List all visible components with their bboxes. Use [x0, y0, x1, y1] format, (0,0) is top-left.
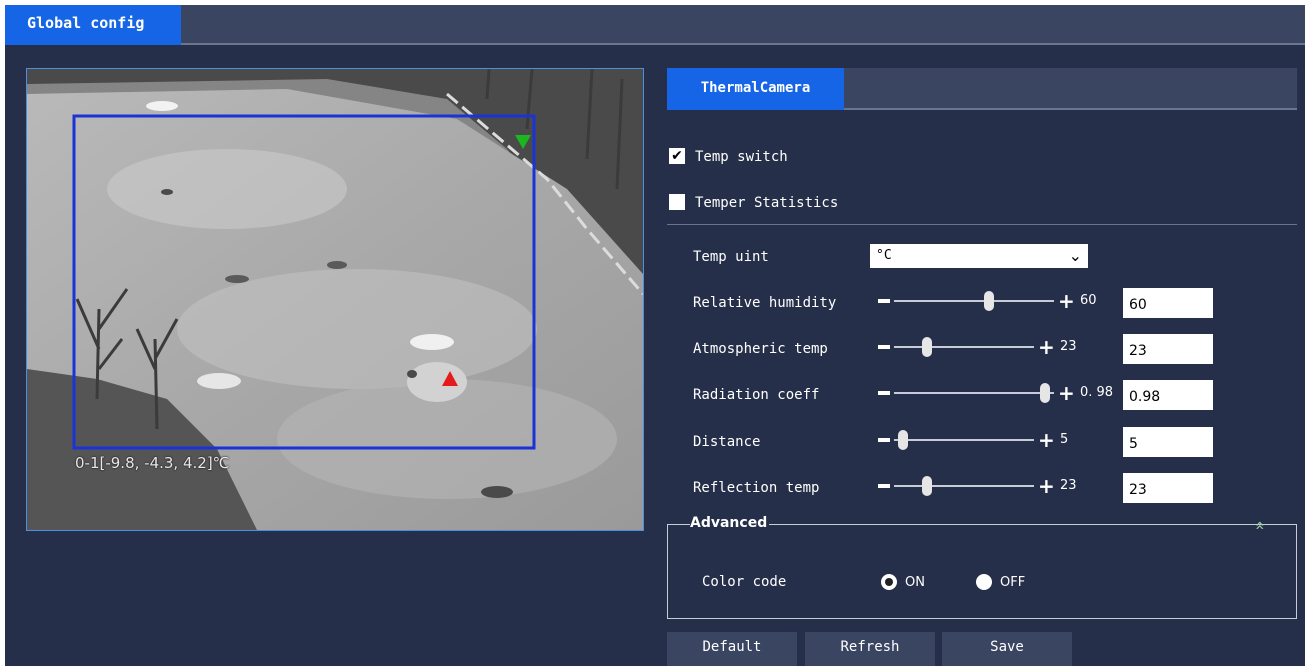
slider-thumb[interactable]	[922, 476, 932, 496]
temp-unit-value: °C	[876, 248, 892, 263]
atmospheric-temp-slider[interactable]: + 23	[878, 337, 1118, 357]
distance-slider[interactable]: + 5	[878, 430, 1118, 450]
temp-unit-label: Temp uint	[693, 249, 769, 265]
chevron-down-icon: ⌄	[1068, 246, 1082, 265]
thermal-preview[interactable]: 0-1[-9.8, -4.3, 4.2]℃	[26, 68, 644, 531]
plus-icon[interactable]: +	[1058, 291, 1075, 311]
reflection-temp-input[interactable]: 23	[1123, 473, 1213, 503]
tab-global-config[interactable]: Global config	[5, 5, 181, 45]
temp-unit-select[interactable]: °C ⌄	[870, 244, 1088, 268]
radio-selected-icon[interactable]	[881, 573, 897, 590]
reflection-temp-label: Reflection temp	[693, 480, 820, 496]
advanced-title: Advanced	[690, 515, 770, 531]
relative-humidity-slider[interactable]: + 60	[878, 291, 1118, 311]
color-code-on-radio[interactable]: ON	[881, 573, 925, 592]
collapse-icon[interactable]: »	[1249, 521, 1268, 531]
temp-switch-row[interactable]: ✔ Temp switch	[669, 147, 788, 167]
plus-icon[interactable]: +	[1038, 430, 1055, 450]
radio-unselected-icon[interactable]	[976, 573, 992, 590]
minus-icon[interactable]	[878, 391, 890, 395]
radiation-coeff-input[interactable]: 0.98	[1123, 380, 1213, 410]
color-code-on-label: ON	[905, 575, 925, 590]
slider-thumb[interactable]	[922, 337, 932, 357]
advanced-section	[667, 524, 1297, 619]
top-tab-bar: Global config	[5, 5, 1305, 45]
roi-temp-readout: 0-1[-9.8, -4.3, 4.2]℃	[75, 454, 230, 472]
slider-track[interactable]	[894, 485, 1034, 487]
minus-icon[interactable]	[878, 438, 890, 442]
slider-track[interactable]	[894, 300, 1054, 302]
color-code-off-label: OFF	[1000, 575, 1026, 590]
color-code-label: Color code	[702, 574, 787, 590]
panel-tab-bar: ThermalCamera	[667, 68, 1297, 110]
slider-value: 0. 98	[1080, 385, 1114, 400]
color-code-off-radio[interactable]: OFF	[976, 573, 1026, 592]
slider-thumb[interactable]	[898, 430, 908, 450]
plus-icon[interactable]: +	[1058, 383, 1075, 403]
plus-icon[interactable]: +	[1038, 476, 1055, 496]
slider-track[interactable]	[894, 439, 1034, 441]
atmospheric-temp-input[interactable]: 23	[1123, 334, 1213, 364]
tab-thermal-camera[interactable]: ThermalCamera	[667, 68, 844, 110]
distance-label: Distance	[693, 434, 761, 450]
section-divider	[667, 224, 1297, 225]
relative-humidity-label: Relative humidity	[693, 295, 837, 311]
atmospheric-temp-label: Atmospheric temp	[693, 341, 828, 357]
distance-input[interactable]: 5	[1123, 427, 1213, 457]
minus-icon[interactable]	[878, 345, 890, 349]
plus-icon[interactable]: +	[1038, 337, 1055, 357]
slider-value: 23	[1060, 478, 1077, 493]
slider-thumb[interactable]	[1040, 383, 1050, 403]
temp-switch-checkbox[interactable]: ✔	[669, 148, 685, 164]
relative-humidity-input[interactable]: 60	[1123, 288, 1213, 318]
temp-switch-label: Temp switch	[695, 149, 788, 165]
slider-value: 5	[1060, 432, 1069, 447]
temper-statistics-checkbox[interactable]	[669, 194, 685, 210]
minus-icon[interactable]	[878, 299, 890, 303]
minus-icon[interactable]	[878, 484, 890, 488]
slider-track[interactable]	[894, 392, 1054, 394]
temper-statistics-label: Temper Statistics	[695, 195, 839, 211]
slider-value: 23	[1060, 339, 1077, 354]
temper-statistics-row[interactable]: Temper Statistics	[669, 193, 838, 213]
save-button[interactable]: Save	[942, 632, 1072, 666]
slider-track[interactable]	[894, 346, 1034, 348]
refresh-button[interactable]: Refresh	[805, 632, 935, 666]
radiation-coeff-slider[interactable]: + 0. 98	[878, 383, 1128, 403]
slider-value: 60	[1080, 293, 1097, 308]
radiation-coeff-label: Radiation coeff	[693, 387, 820, 403]
default-button[interactable]: Default	[667, 632, 797, 666]
reflection-temp-slider[interactable]: + 23	[878, 476, 1118, 496]
slider-thumb[interactable]	[984, 291, 994, 311]
